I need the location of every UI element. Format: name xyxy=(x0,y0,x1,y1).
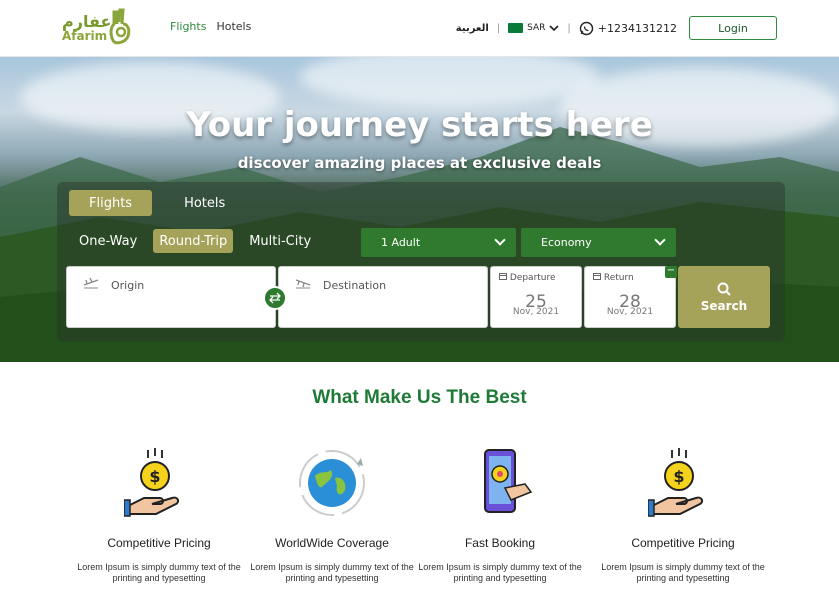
passengers-value: 1 Adult xyxy=(381,236,421,249)
coin-hand-icon: $ xyxy=(123,448,180,517)
calendar-icon xyxy=(593,273,601,280)
hero-banner: Your journey starts here discover amazin… xyxy=(0,57,839,362)
feature-card: $ Competitive Pricing Lorem Ipsum is sim… xyxy=(598,448,768,584)
search-icon xyxy=(717,282,731,296)
chevron-down-icon xyxy=(654,234,666,246)
passengers-dropdown[interactable]: 1 Adult xyxy=(361,228,516,257)
trip-one-way[interactable]: One-Way xyxy=(73,229,143,253)
departure-month: Nov, 2021 xyxy=(512,307,560,317)
trip-type-selector: One-Way Round-Trip Multi-City xyxy=(73,229,317,253)
divider: | xyxy=(496,22,501,34)
return-month: Nov, 2021 xyxy=(606,307,654,317)
svg-text:$: $ xyxy=(673,467,684,486)
logo-english: Afarim xyxy=(62,29,108,43)
return-label-text: Return xyxy=(603,273,634,283)
feature-title: WorldWide Coverage xyxy=(275,536,389,550)
feature-title: Fast Booking xyxy=(464,536,536,550)
chevron-down-icon xyxy=(494,234,506,246)
phone-number: +1234131212 xyxy=(597,21,677,35)
mobile-booking-icon xyxy=(484,449,533,513)
destination-field[interactable]: Destination xyxy=(278,266,488,328)
svg-text:$: $ xyxy=(149,467,160,486)
login-button[interactable]: Login xyxy=(689,16,777,40)
nav-hotels-link[interactable]: Hotels xyxy=(216,20,251,33)
departure-label-text: Departure xyxy=(509,273,556,283)
feature-description: Lorem Ipsum is simply dummy text of the … xyxy=(250,562,414,583)
language-switch[interactable]: العربية xyxy=(456,23,489,34)
saudi-flag-icon xyxy=(508,23,524,33)
cabin-class-dropdown[interactable]: Economy xyxy=(521,228,676,257)
plane-takeoff-icon xyxy=(83,277,99,289)
ok-hand-icon xyxy=(109,8,131,45)
currency-selector[interactable]: SAR xyxy=(508,23,559,33)
trip-round-trip[interactable]: Round-Trip xyxy=(153,229,234,253)
nav-flights-link[interactable]: Flights xyxy=(170,20,206,33)
origin-field[interactable]: Origin xyxy=(66,266,276,328)
top-navbar: عفارم Afarim Flights Hotels العربية | SA… xyxy=(0,0,839,57)
feature-card: Fast Booking Lorem Ipsum is simply dummy… xyxy=(415,448,585,584)
departure-label: Departure xyxy=(499,272,556,283)
cabin-class-value: Economy xyxy=(541,236,592,249)
return-label: Return xyxy=(593,272,634,283)
departure-date-field[interactable]: Departure 25 Nov, 2021 xyxy=(490,266,582,328)
nav-utilities: العربية | SAR | +1234131212 Login xyxy=(456,16,777,40)
divider: | xyxy=(567,22,571,34)
globe-icon xyxy=(299,450,365,516)
origin-placeholder: Origin xyxy=(111,279,145,292)
search-tabs: Flights Hotels xyxy=(69,190,245,216)
whatsapp-icon xyxy=(579,21,593,35)
remove-return-button[interactable]: − xyxy=(665,266,677,278)
feature-description: Lorem Ipsum is simply dummy text of the … xyxy=(418,562,582,583)
feature-description: Lorem Ipsum is simply dummy text of the … xyxy=(77,562,241,583)
search-panel: Flights Hotels One-Way Round-Trip Multi-… xyxy=(57,182,785,342)
hero-subtitle: discover amazing places at exclusive dea… xyxy=(237,154,602,172)
currency-code: SAR xyxy=(527,23,546,33)
feature-title: Competitive Pricing xyxy=(631,536,735,550)
search-button[interactable]: Search xyxy=(678,266,770,328)
feature-card: WorldWide Coverage Lorem Ipsum is simply… xyxy=(247,448,417,584)
main-nav: Flights Hotels xyxy=(170,20,251,33)
feature-title: Competitive Pricing xyxy=(107,536,211,550)
chevron-down-icon xyxy=(549,25,559,32)
plane-landing-icon xyxy=(295,279,311,289)
feature-card: $ Competitive Pricing Lorem Ipsum is sim… xyxy=(74,448,244,584)
section-title: What Make Us The Best xyxy=(312,387,527,408)
tab-hotels[interactable]: Hotels xyxy=(164,190,245,216)
return-date-field[interactable]: Return − 28 Nov, 2021 xyxy=(584,266,677,328)
coin-hand-icon: $ xyxy=(647,448,704,517)
search-button-label: Search xyxy=(700,298,748,313)
destination-placeholder: Destination xyxy=(323,279,387,292)
tab-flights[interactable]: Flights xyxy=(69,190,153,216)
trip-multi-city[interactable]: Multi-City xyxy=(243,229,317,253)
phone-contact[interactable]: +1234131212 xyxy=(579,21,677,36)
feature-description: Lorem Ipsum is simply dummy text of the … xyxy=(601,562,765,583)
site-logo[interactable]: عفارم Afarim xyxy=(62,8,134,48)
calendar-icon xyxy=(499,273,507,280)
swap-arrows-icon xyxy=(269,292,281,304)
hero-title: Your journey starts here xyxy=(186,105,653,145)
swap-button[interactable] xyxy=(263,286,287,310)
